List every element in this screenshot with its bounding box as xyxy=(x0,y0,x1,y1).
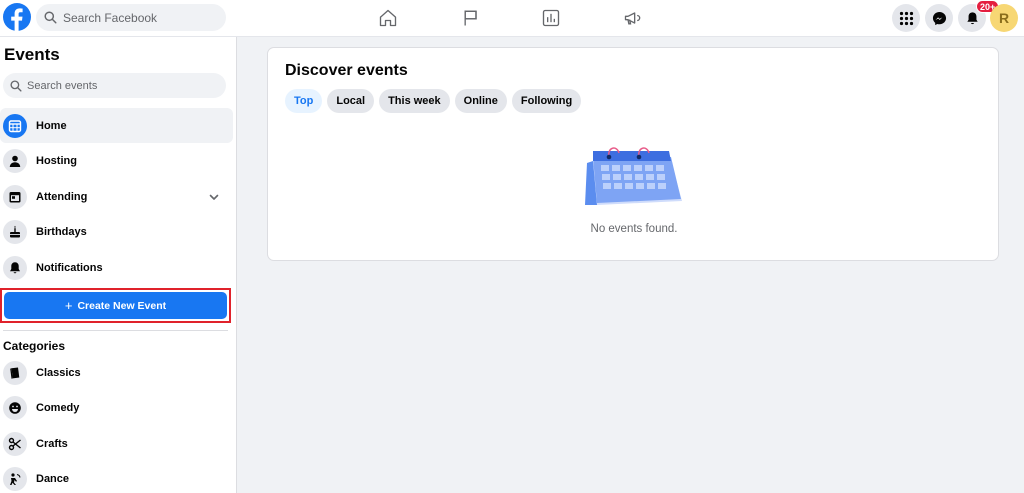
calendar-grid-icon xyxy=(3,113,27,138)
account-avatar[interactable]: R xyxy=(990,4,1018,32)
search-icon xyxy=(44,11,57,24)
category-item-classics[interactable]: Classics xyxy=(0,355,233,390)
messenger-icon xyxy=(932,11,946,25)
home-nav-icon[interactable] xyxy=(376,6,400,30)
top-navigation-bar: 20+ R xyxy=(0,0,1024,37)
menu-grid-button[interactable] xyxy=(892,4,920,32)
category-item-dance[interactable]: Dance xyxy=(0,461,233,493)
create-new-event-button[interactable]: + Create New Event xyxy=(4,292,227,319)
facebook-search-input[interactable] xyxy=(63,10,223,25)
plus-icon: + xyxy=(64,298,73,313)
tab-top[interactable]: Top xyxy=(285,89,323,113)
sidebar-divider xyxy=(3,330,228,331)
facebook-logo-icon[interactable] xyxy=(3,3,31,31)
person-icon xyxy=(3,148,27,173)
empty-calendar-illustration-icon xyxy=(585,147,682,205)
category-item-comedy[interactable]: Comedy xyxy=(0,390,233,425)
pages-flag-nav-icon[interactable] xyxy=(459,6,483,30)
calendar-icon xyxy=(3,184,27,209)
events-search-box[interactable] xyxy=(3,73,226,98)
book-icon xyxy=(3,360,27,385)
cake-icon xyxy=(3,219,27,244)
sidebar-title: Events xyxy=(4,45,60,64)
tab-this-week[interactable]: This week xyxy=(379,89,450,113)
categories-heading: Categories xyxy=(3,339,66,353)
sidebar-item-label: Birthdays xyxy=(36,225,87,238)
search-icon xyxy=(10,79,22,92)
tab-online[interactable]: Online xyxy=(454,89,507,113)
sidebar-item-birthdays[interactable]: Birthdays xyxy=(0,214,233,249)
discover-events-title: Discover events xyxy=(285,62,408,79)
sidebar-item-label: Hosting xyxy=(36,154,77,167)
sidebar-item-home[interactable]: Home xyxy=(0,108,233,143)
category-label: Classics xyxy=(36,366,81,379)
grid-icon xyxy=(899,11,913,25)
megaphone-nav-icon[interactable] xyxy=(621,6,645,30)
category-label: Crafts xyxy=(36,437,68,450)
scissors-icon xyxy=(3,431,27,456)
events-sidebar: Events Home Hosting Attending Birthdays … xyxy=(0,37,237,493)
bell-icon xyxy=(3,255,27,280)
dance-icon xyxy=(3,466,27,491)
sidebar-item-label: Notifications xyxy=(36,261,103,274)
sidebar-item-label: Attending xyxy=(36,190,88,203)
discover-filter-tabs: Top Local This week Online Following xyxy=(285,89,582,113)
create-new-event-label: Create New Event xyxy=(77,299,167,312)
tab-local[interactable]: Local xyxy=(327,89,375,113)
create-event-highlight: + Create New Event xyxy=(0,288,231,323)
tab-following[interactable]: Following xyxy=(511,89,582,113)
facebook-search-box[interactable] xyxy=(36,4,226,31)
insights-chart-nav-icon[interactable] xyxy=(539,6,563,30)
sidebar-item-label: Home xyxy=(36,119,67,132)
discover-events-card: Discover events Top Local This week Onli… xyxy=(267,47,999,261)
sidebar-item-notifications[interactable]: Notifications xyxy=(0,250,233,285)
category-label: Comedy xyxy=(36,401,80,414)
events-search-input[interactable] xyxy=(27,79,217,92)
category-item-crafts[interactable]: Crafts xyxy=(0,426,233,461)
sidebar-item-attending[interactable]: Attending xyxy=(0,179,233,214)
laugh-face-icon xyxy=(3,395,27,420)
sidebar-item-hosting[interactable]: Hosting xyxy=(0,143,233,178)
messenger-button[interactable] xyxy=(925,4,953,32)
no-events-message: No events found. xyxy=(590,223,678,235)
chevron-down-icon[interactable] xyxy=(208,191,220,203)
bell-icon xyxy=(966,11,978,24)
category-label: Dance xyxy=(36,472,70,485)
